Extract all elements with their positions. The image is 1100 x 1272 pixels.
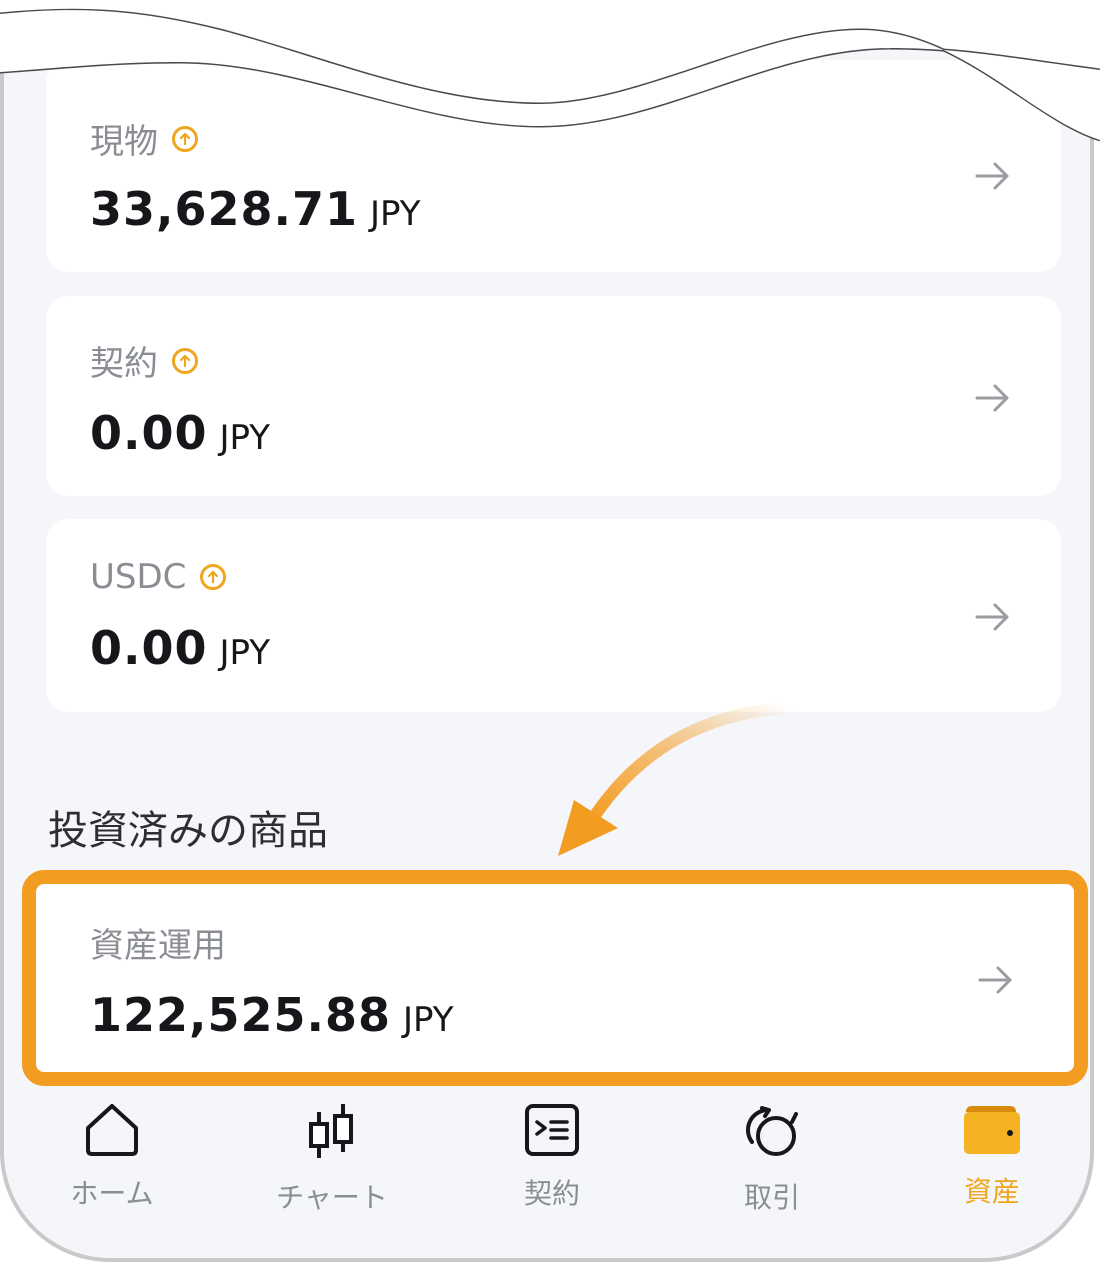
asset-management-balance: 122,525.88 JPY (90, 988, 454, 1042)
candlestick-chart-icon (309, 1104, 353, 1158)
usdc-balance-unit: JPY (219, 633, 271, 673)
contract-balance-value: 0.00 (90, 406, 208, 460)
contract-account-label-row: 契約 (90, 336, 198, 385)
nav-item-exchange[interactable]: 取引 (682, 1086, 862, 1236)
spot-balance-value: 33,628.71 (90, 182, 358, 236)
usdc-account-label: USDC (90, 557, 187, 597)
spot-balance-unit: JPY (370, 194, 421, 234)
contract-account-balance: 0.00 JPY (90, 406, 270, 460)
contract-balance-unit: JPY (219, 418, 271, 458)
nav-label-chart: チャート (276, 1181, 388, 1214)
torn-edge-decoration (0, 0, 1100, 150)
nav-item-home[interactable]: ホーム (22, 1086, 202, 1236)
spot-account-balance: 33,628.71 JPY (90, 182, 421, 236)
contract-account-card[interactable]: 契約 0.00 JPY (46, 296, 1061, 496)
nav-label-home: ホーム (70, 1177, 154, 1210)
asset-management-balance-value: 122,525.88 (90, 988, 392, 1042)
arrow-right-icon[interactable] (973, 378, 1013, 418)
usdc-account-label-row: USDC (90, 557, 227, 597)
home-icon (86, 1104, 138, 1156)
usdc-account-card[interactable]: USDC 0.00 JPY (46, 519, 1061, 712)
contract-icon (525, 1104, 579, 1156)
nav-item-contract[interactable]: 契約 (462, 1086, 642, 1236)
nav-label-assets: 資産 (963, 1175, 1020, 1208)
bottom-navigation: ホーム チャート 契約 取引 資産 (4, 1086, 1090, 1236)
asset-management-balance-unit: JPY (403, 1000, 454, 1040)
invested-products-title: 投資済みの商品 (48, 808, 328, 854)
nav-item-chart[interactable]: チャート (242, 1086, 422, 1236)
usdc-balance-value: 0.00 (90, 621, 208, 675)
wallet-icon (964, 1106, 1020, 1154)
phone-frame: 現物 33,628.71 JPY 契約 0.00 JPY USDC 0.00 J… (0, 0, 1100, 1272)
arrow-right-icon[interactable] (976, 960, 1016, 1000)
arrow-right-icon[interactable] (973, 597, 1013, 637)
nav-item-assets[interactable]: 資産 (902, 1086, 1082, 1236)
contract-account-label: 契約 (90, 344, 158, 384)
asset-screen: 現物 33,628.71 JPY 契約 0.00 JPY USDC 0.00 J… (0, 0, 1094, 1262)
nav-label-contract: 契約 (523, 1177, 580, 1210)
pointer-arrow-icon (558, 702, 794, 856)
transfer-up-icon[interactable] (200, 564, 227, 590)
asset-management-label: 資産運用 (90, 926, 226, 966)
asset-management-card[interactable]: 資産運用 122,525.88 JPY (22, 870, 1088, 1086)
transfer-up-icon[interactable] (172, 347, 198, 374)
exchange-icon (746, 1106, 798, 1156)
arrow-right-icon[interactable] (973, 156, 1013, 196)
nav-label-exchange: 取引 (743, 1181, 800, 1214)
usdc-account-balance: 0.00 JPY (90, 621, 270, 675)
